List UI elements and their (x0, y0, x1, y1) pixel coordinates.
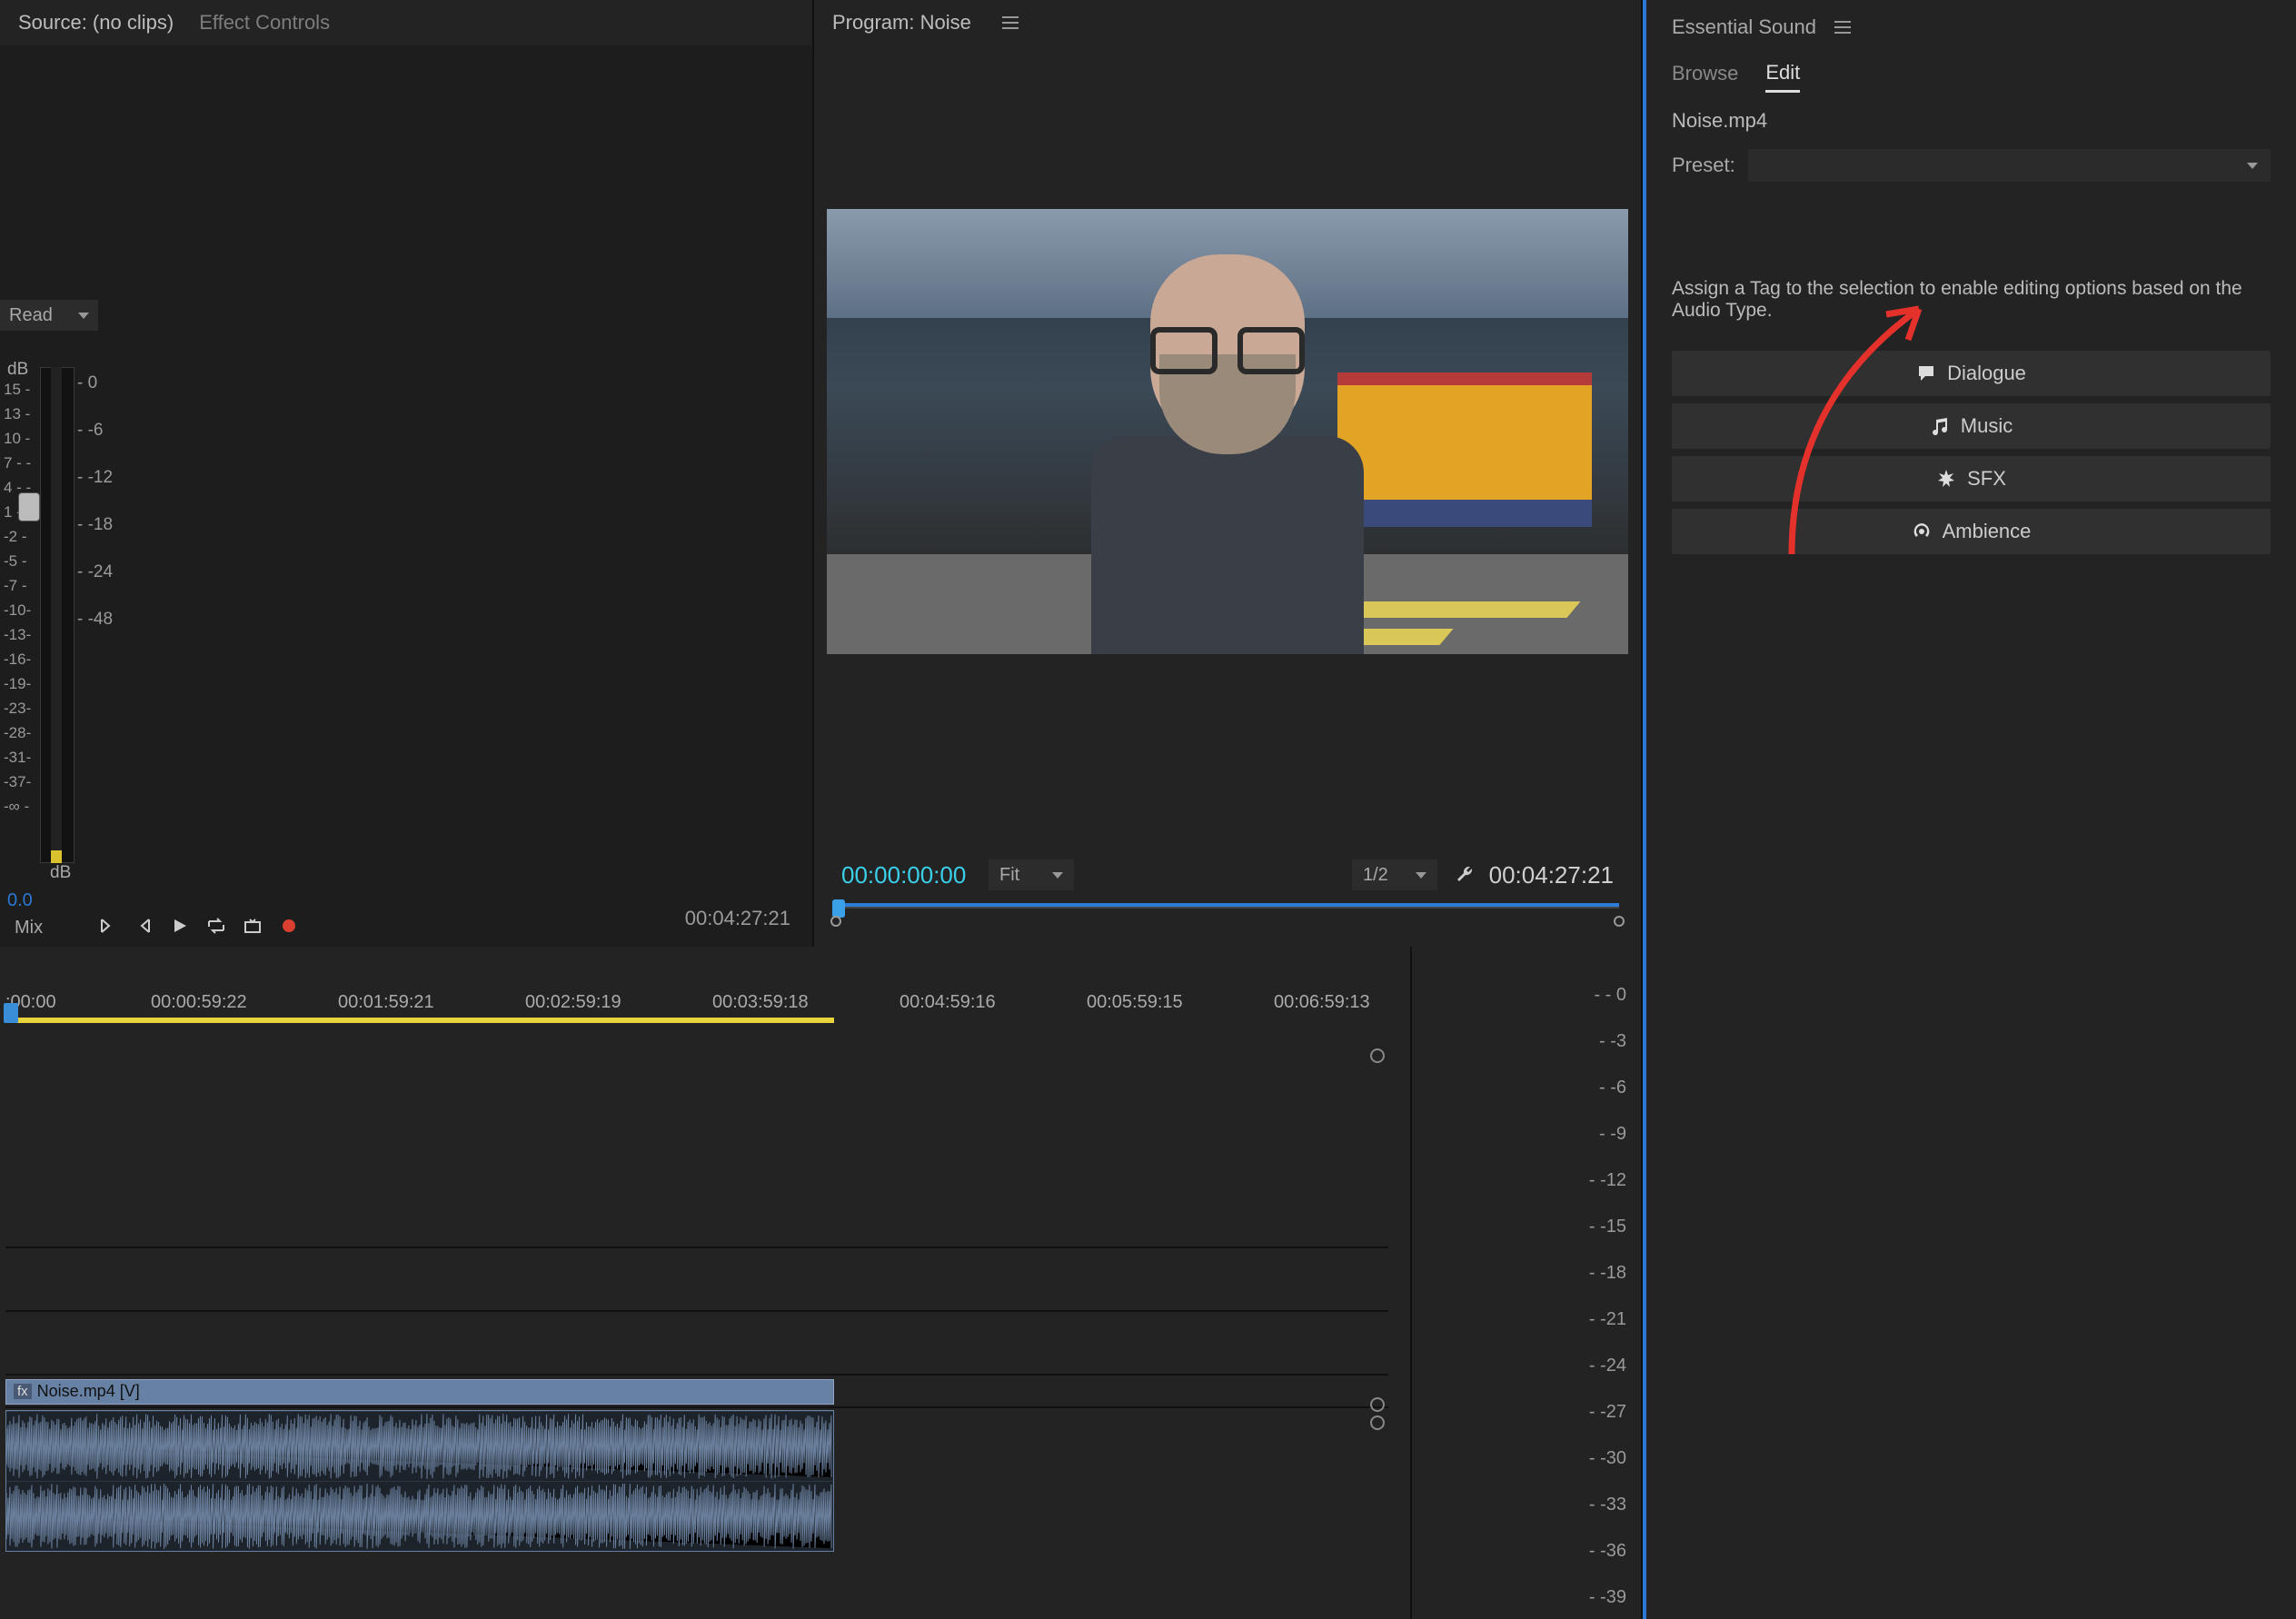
chevron-down-icon (78, 313, 89, 319)
music-icon (1930, 416, 1950, 436)
meter-right-scale: - 0- -6- -12- -18- -24- -48 (77, 360, 113, 643)
timeline-playhead[interactable] (4, 1003, 18, 1023)
dialogue-label: Dialogue (1947, 362, 2026, 385)
ruler-tick: 00:05:59:15 (1087, 992, 1183, 1013)
zoom-dropdown[interactable]: Fit (989, 859, 1074, 890)
source-body: Read dB 15 -13 -10 -7 - -4 - -1 - --2 --… (0, 45, 812, 947)
track-fx-toggle[interactable] (1370, 1415, 1385, 1430)
automation-mode-dropdown[interactable]: Read (0, 300, 98, 331)
dialogue-icon (1916, 363, 1936, 383)
video-clip[interactable]: fx Noise.mp4 [V] (5, 1379, 834, 1405)
source-timecode: 00:04:27:21 (685, 907, 790, 930)
audio-clip[interactable] (5, 1410, 834, 1552)
ruler-tick: 00:02:59:19 (525, 992, 621, 1013)
ambience-button[interactable]: Ambience (1672, 509, 2271, 554)
track-fx-toggle[interactable] (1370, 1397, 1385, 1412)
tab-edit[interactable]: Edit (1765, 61, 1800, 93)
program-monitor[interactable] (827, 209, 1628, 654)
chevron-down-icon (1416, 872, 1426, 879)
zoom-value: Fit (999, 865, 1019, 886)
tab-browse[interactable]: Browse (1672, 62, 1738, 91)
scrub-start-marker[interactable] (830, 916, 841, 927)
ruler-tick: 00:04:59:16 (900, 992, 996, 1013)
tab-program[interactable]: Program: Noise (832, 11, 971, 35)
meter-scale: - - 0- -3- -6- -9- -12- -15- -18- -21- -… (1589, 972, 1626, 1619)
automation-mode-label: Read (9, 305, 53, 326)
sfx-label: SFX (1967, 467, 2006, 491)
panel-menu-icon[interactable] (1002, 22, 1019, 24)
music-label: Music (1961, 414, 2013, 438)
essential-sound-lower (1643, 947, 2296, 1619)
ruler-tick: 00:00:59:22 (151, 992, 247, 1013)
assign-tag-hint: Assign a Tag to the selection to enable … (1646, 187, 2296, 343)
program-scrubber[interactable] (836, 903, 1619, 921)
scrub-end-marker[interactable] (1614, 916, 1625, 927)
video-clip-label: Noise.mp4 [V] (37, 1382, 140, 1401)
tab-effect-controls[interactable]: Effect Controls (199, 11, 330, 35)
track-fx-toggle[interactable] (1370, 1048, 1385, 1063)
ruler-tick: 00:06:59:13 (1274, 992, 1370, 1013)
selected-clip-name: Noise.mp4 (1646, 98, 2296, 144)
timeline-tracks[interactable]: fx Noise.mp4 [V] (5, 1038, 1388, 1614)
fx-badge: fx (14, 1384, 32, 1399)
ruler-tick: 00:01:59:21 (338, 992, 434, 1013)
mark-out-icon[interactable] (132, 914, 155, 938)
preset-label: Preset: (1672, 154, 1735, 177)
meter-left-scale: 15 -13 -10 -7 - -4 - -1 - --2 --5 --7 --… (4, 377, 31, 819)
program-panel: Program: Noise (814, 0, 1643, 947)
essential-sound-panel: Essential Sound Browse Edit Noise.mp4 Pr… (1643, 0, 2296, 947)
loop-icon[interactable] (204, 914, 228, 938)
timeline-panel: :00:0000:00:59:2200:01:59:2100:02:59:190… (0, 947, 1412, 1619)
ruler-tick: 00:03:59:18 (712, 992, 809, 1013)
playhead-handle[interactable] (832, 899, 845, 918)
fader-handle[interactable] (18, 492, 40, 521)
chevron-down-icon (2247, 163, 2258, 169)
ambience-icon (1912, 521, 1932, 541)
mix-label: Mix (15, 918, 43, 939)
timeline-ruler[interactable]: :00:0000:00:59:2200:01:59:2100:02:59:190… (5, 992, 1388, 1038)
source-panel: Source: (no clips) Effect Controls Read … (0, 0, 814, 947)
ambience-label: Ambience (1943, 520, 2032, 543)
music-button[interactable]: Music (1672, 403, 2271, 449)
settings-icon[interactable] (1454, 861, 1477, 891)
tab-source[interactable]: Source: (no clips) (18, 11, 174, 35)
record-icon[interactable] (277, 914, 301, 938)
preset-dropdown[interactable] (1748, 149, 2271, 182)
sfx-button[interactable]: SFX (1672, 456, 2271, 502)
current-timecode[interactable]: 00:00:00:00 (841, 861, 966, 889)
sfx-icon (1936, 469, 1956, 489)
source-transport (95, 914, 301, 938)
fader-value: 0.0 (7, 890, 33, 911)
chevron-down-icon (1052, 872, 1063, 879)
resolution-value: 1/2 (1363, 865, 1388, 886)
export-frame-icon[interactable] (241, 914, 264, 938)
resolution-dropdown[interactable]: 1/2 (1352, 859, 1437, 890)
master-audio-meter: - - 0- -3- -6- -9- -12- -15- -18- -21- -… (1412, 947, 1643, 1619)
mark-in-icon[interactable] (95, 914, 119, 938)
panel-menu-icon[interactable] (1834, 26, 1851, 28)
channel-meter-bar (51, 367, 62, 863)
db-label-bottom: dB (50, 863, 71, 883)
play-icon[interactable] (168, 914, 192, 938)
essential-sound-title: Essential Sound (1672, 15, 1816, 39)
dialogue-button[interactable]: Dialogue (1672, 351, 2271, 396)
work-area-bar[interactable] (5, 1018, 834, 1023)
duration-timecode: 00:04:27:21 (1489, 861, 1614, 889)
